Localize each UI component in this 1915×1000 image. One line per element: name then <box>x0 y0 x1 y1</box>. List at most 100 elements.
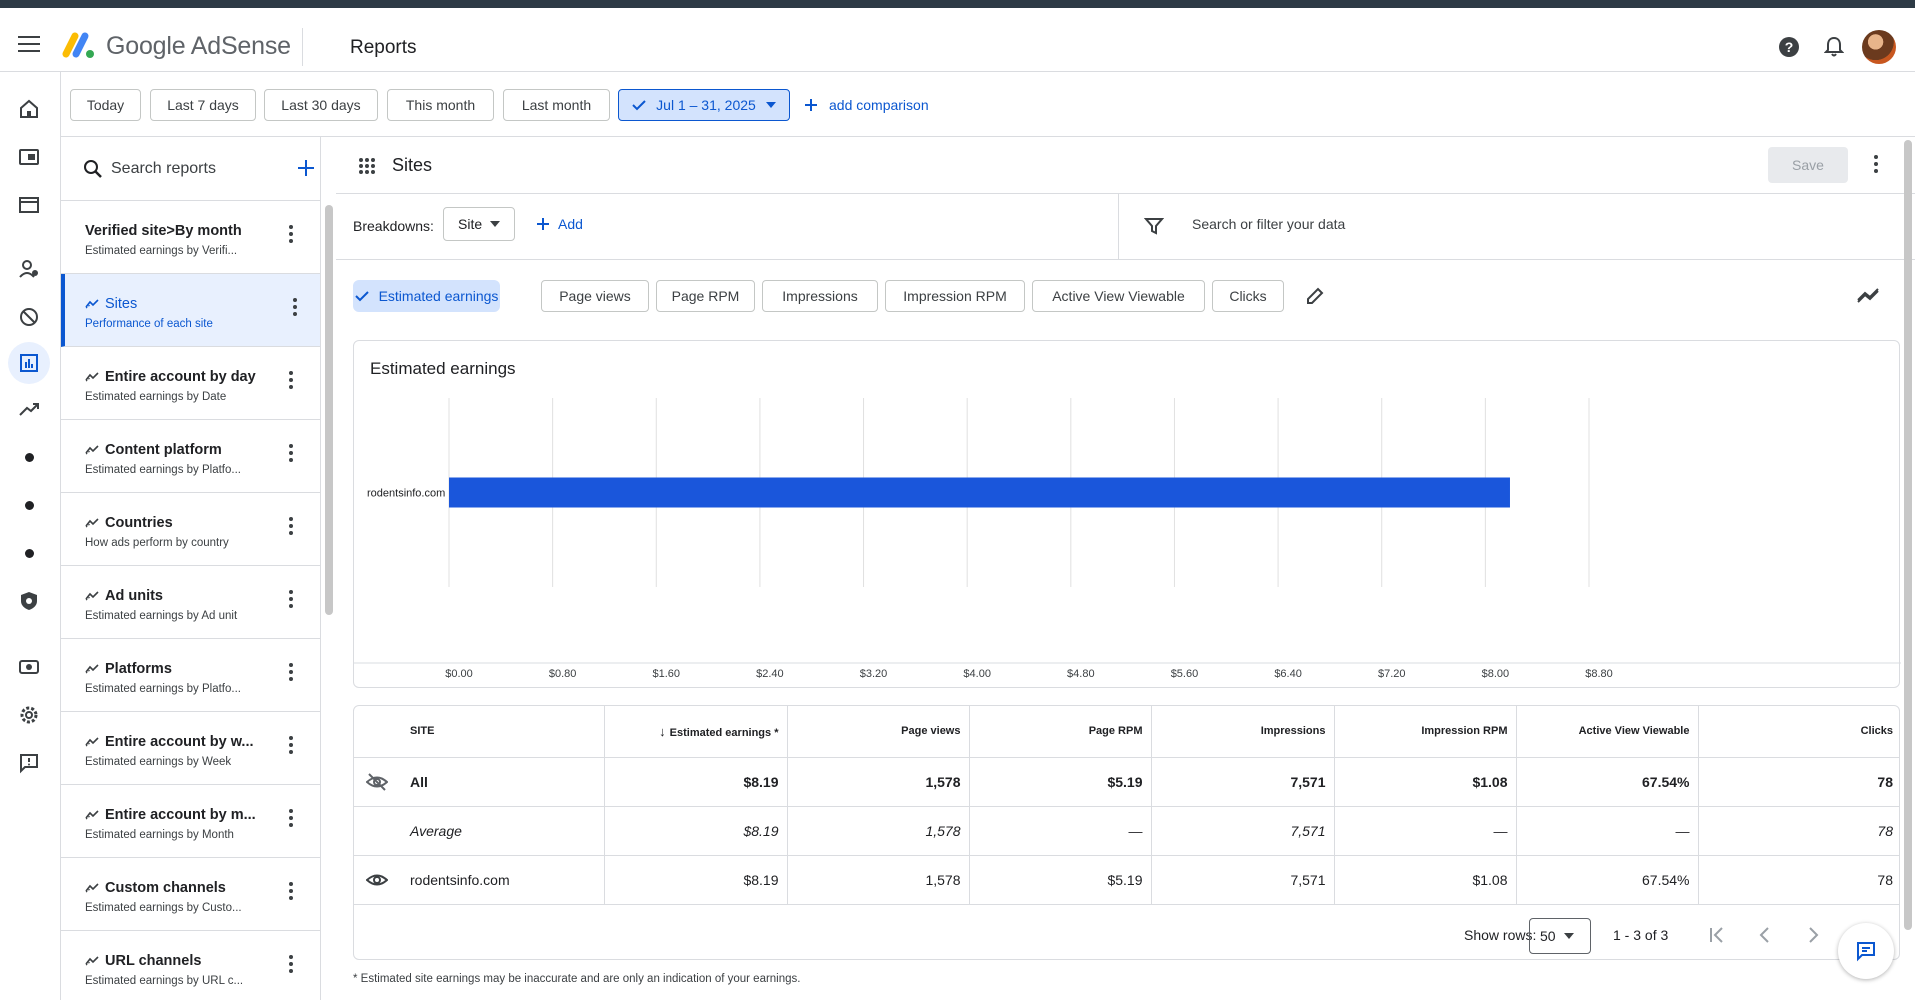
metric-chip-page-rpm[interactable]: Page RPM <box>656 280 755 312</box>
chart-card: Estimated earnings $0.00 $0.80 $1.60 $2.40 $… <box>353 340 1901 688</box>
more-vert-icon[interactable] <box>289 809 293 827</box>
more-vert-icon[interactable] <box>289 444 293 462</box>
column-header-active-view[interactable]: Active View Viewable <box>1516 706 1699 758</box>
range-this-month-button[interactable]: This month <box>387 89 494 121</box>
notifications-icon[interactable] <box>1824 36 1844 58</box>
more-vert-icon[interactable] <box>289 590 293 608</box>
people-icon[interactable] <box>8 248 50 290</box>
add-comparison-button[interactable]: add comparison <box>803 89 929 121</box>
trending-icon[interactable] <box>8 388 50 430</box>
custom-range-dropdown[interactable]: Jul 1 – 31, 2025 <box>618 89 790 121</box>
home-icon[interactable] <box>8 88 50 130</box>
filter-input[interactable]: Search or filter your data <box>1192 216 1345 232</box>
more-vert-icon[interactable] <box>293 298 297 316</box>
table-cell: 78 <box>1698 855 1899 905</box>
new-report-plus-icon[interactable] <box>295 157 317 179</box>
column-header-page-rpm[interactable]: Page RPM <box>969 706 1152 758</box>
more-vert-icon[interactable] <box>289 663 293 681</box>
apps-grid-icon[interactable] <box>358 157 376 175</box>
report-list-item[interactable]: Countries How ads perform by country <box>61 493 320 566</box>
sparkline-icon <box>85 445 99 455</box>
report-title: Platforms <box>85 661 172 677</box>
more-vert-icon[interactable] <box>289 736 293 754</box>
report-title: Ad units <box>85 588 163 604</box>
settings-icon[interactable] <box>8 694 50 736</box>
menu-icon[interactable] <box>18 36 40 52</box>
more-vert-icon[interactable] <box>289 517 293 535</box>
column-header-impression-rpm[interactable]: Impression RPM <box>1334 706 1517 758</box>
report-list-item[interactable]: Verified site>By month Estimated earnings… <box>61 201 320 274</box>
sparkline-icon <box>85 737 99 747</box>
report-title: URL channels <box>85 953 201 969</box>
range-today-button[interactable]: Today <box>70 89 141 121</box>
chart-toggle-icon[interactable] <box>1857 286 1879 304</box>
avatar[interactable] <box>1862 30 1896 64</box>
report-subtitle: Estimated earnings by Week <box>85 756 232 768</box>
metric-chip-clicks[interactable]: Clicks <box>1212 280 1284 312</box>
visibility-off-icon[interactable] <box>366 772 388 791</box>
range-last-month-button[interactable]: Last month <box>503 89 610 121</box>
filter-icon[interactable] <box>1144 216 1164 236</box>
rows-per-page-dropdown[interactable]: 50 <box>1529 918 1591 954</box>
reports-icon[interactable] <box>8 342 50 384</box>
report-list-item[interactable]: Ad units Estimated earnings by Ad unit <box>61 566 320 639</box>
report-list-item[interactable]: Content platform Estimated earnings by Pl… <box>61 420 320 493</box>
block-icon[interactable] <box>8 296 50 338</box>
column-header-estimated-earnings[interactable]: ↓ Estimated earnings * <box>604 706 788 758</box>
top-strip <box>0 0 1915 8</box>
save-button[interactable]: Save <box>1768 147 1848 183</box>
report-list-item[interactable]: Sites Performance of each site <box>61 274 320 347</box>
metric-chip-active-view[interactable]: Active View Viewable <box>1032 280 1205 312</box>
help-icon[interactable]: ? <box>1778 36 1800 58</box>
more-vert-icon[interactable] <box>289 371 293 389</box>
first-page-icon[interactable] <box>1706 924 1728 946</box>
x-tick-label: $2.40 <box>756 668 784 680</box>
table-row: rodentsinfo.com $8.19 1,578 $5.19 7,571 … <box>354 855 1899 905</box>
ads-icon[interactable] <box>8 136 50 178</box>
sites-icon[interactable] <box>8 184 50 226</box>
sparkline-icon <box>85 883 99 893</box>
column-header-impressions[interactable]: Impressions <box>1151 706 1335 758</box>
metric-chip-impressions[interactable]: Impressions <box>762 280 878 312</box>
nav-dot-icon[interactable] <box>8 436 50 478</box>
table-cell: $1.08 <box>1334 757 1517 807</box>
report-list-item[interactable]: Entire account by w... Estimated earnings… <box>61 712 320 785</box>
feedback-chat-button[interactable] <box>1838 923 1894 979</box>
nav-dot-icon[interactable] <box>8 484 50 526</box>
next-page-icon[interactable] <box>1802 924 1824 946</box>
brand-name: Google AdSense <box>106 32 291 60</box>
report-list-item[interactable]: Platforms Estimated earnings by Platfo... <box>61 639 320 712</box>
more-vert-icon[interactable] <box>289 955 293 973</box>
edit-pencil-icon[interactable] <box>1304 285 1326 307</box>
metric-chip-impression-rpm[interactable]: Impression RPM <box>885 280 1025 312</box>
reports-scrollbar[interactable] <box>325 205 333 615</box>
report-list-item[interactable]: Entire account by m... Estimated earnings… <box>61 785 320 858</box>
feedback-icon[interactable] <box>8 742 50 784</box>
search-reports[interactable]: Search reports <box>61 137 320 201</box>
column-header-site[interactable]: SITE <box>354 706 605 758</box>
column-header-clicks[interactable]: Clicks <box>1698 706 1899 758</box>
range-last7-button[interactable]: Last 7 days <box>150 89 256 121</box>
visibility-icon[interactable] <box>366 871 388 889</box>
payments-icon[interactable] <box>8 646 50 688</box>
chevron-down-icon <box>1563 933 1574 939</box>
metric-chip-page-views[interactable]: Page views <box>541 280 649 312</box>
main-scrollbar[interactable] <box>1904 140 1912 930</box>
prev-page-icon[interactable] <box>1754 924 1776 946</box>
breakdown-site-dropdown[interactable]: Site <box>443 207 515 241</box>
report-title-text: Ad units <box>105 588 163 604</box>
more-vert-icon[interactable] <box>1874 155 1878 173</box>
range-last30-button[interactable]: Last 30 days <box>264 89 378 121</box>
report-list-item[interactable]: Entire account by day Estimated earnings … <box>61 347 320 420</box>
table-row-average: Average $8.19 1,578 — 7,571 — — 78 <box>354 806 1899 856</box>
column-header-page-views[interactable]: Page views <box>787 706 970 758</box>
report-list-item[interactable]: URL channels Estimated earnings by URL c.… <box>61 931 320 1000</box>
more-vert-icon[interactable] <box>289 225 293 243</box>
nav-dot-icon[interactable] <box>8 532 50 574</box>
add-breakdown-button[interactable]: Add <box>536 216 583 232</box>
report-list-item[interactable]: Custom channels Estimated earnings by Cus… <box>61 858 320 931</box>
bar[interactable] <box>449 477 1510 508</box>
more-vert-icon[interactable] <box>289 882 293 900</box>
policy-shield-icon[interactable] <box>8 580 50 622</box>
metric-chip-estimated-earnings[interactable]: Estimated earnings <box>353 280 500 312</box>
